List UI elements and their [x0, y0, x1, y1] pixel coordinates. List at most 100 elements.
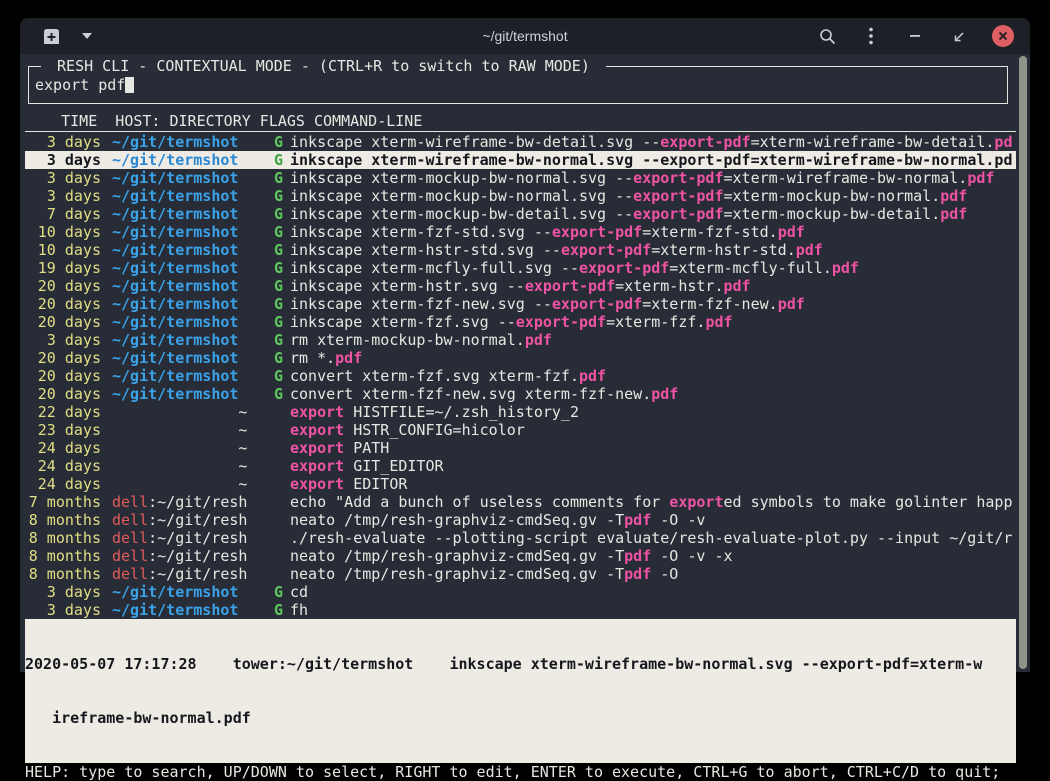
row-command: inkscape xterm-fzf.svg --export-pdf=xter… [290, 313, 1016, 331]
history-row[interactable]: 7 monthsdell:~/git/reshecho "Add a bunch… [25, 493, 1016, 511]
menu-button[interactable] [860, 25, 882, 47]
minimize-button[interactable] [904, 25, 926, 47]
text-cursor [125, 77, 134, 93]
row-host-directory: ~/git/termshot [112, 295, 260, 313]
row-time: 8 months [25, 529, 101, 547]
restore-button[interactable] [948, 25, 970, 47]
scrollbar-thumb[interactable] [1019, 56, 1027, 669]
row-flags: G [274, 385, 288, 403]
row-flags [274, 493, 288, 511]
history-row[interactable]: 24 days ~export GIT_EDITOR [25, 457, 1016, 475]
status-bar: 2020-05-07 17:17:28 tower:~/git/termshot… [25, 619, 1016, 763]
row-time: 3 days [25, 151, 101, 169]
row-command: inkscape xterm-hstr-std.svg --export-pdf… [290, 241, 1016, 259]
history-row[interactable]: 7 days~/git/termshotGinkscape xterm-mock… [25, 205, 1016, 223]
close-icon [998, 31, 1008, 41]
row-command: ./resh-evaluate --plotting-script evalua… [290, 529, 1016, 547]
row-time: 20 days [25, 295, 101, 313]
search-button[interactable] [816, 25, 838, 47]
row-host-directory: ~/git/termshot [112, 205, 260, 223]
row-flags [274, 565, 288, 583]
history-row[interactable]: 8 monthsdell:~/git/reshneato /tmp/resh-g… [25, 511, 1016, 529]
row-time: 10 days [25, 241, 101, 259]
row-time: 3 days [25, 601, 101, 619]
row-time: 22 days [25, 403, 101, 421]
history-row[interactable]: 20 days~/git/termshotGconvert xterm-fzf.… [25, 367, 1016, 385]
row-time: 24 days [25, 439, 101, 457]
history-row[interactable]: 22 days ~export HISTFILE=~/.zsh_history_… [25, 403, 1016, 421]
row-host-directory: ~/git/termshot [112, 187, 260, 205]
row-time: 20 days [25, 385, 101, 403]
row-command: rm *.pdf [290, 349, 1016, 367]
history-row[interactable]: 20 days~/git/termshotGinkscape xterm-fzf… [25, 313, 1016, 331]
row-flags: G [274, 241, 288, 259]
tab-dropdown-button[interactable] [76, 25, 98, 47]
history-row[interactable]: 3 days~/git/termshotGinkscape xterm-mock… [25, 187, 1016, 205]
row-time: 20 days [25, 367, 101, 385]
row-time: 24 days [25, 475, 101, 493]
history-row[interactable]: 3 days~/git/termshotGrm xterm-mockup-bw-… [25, 331, 1016, 349]
history-row[interactable]: 20 days~/git/termshotGinkscape xterm-fzf… [25, 295, 1016, 313]
row-command: inkscape xterm-mockup-bw-normal.svg --ex… [290, 187, 1016, 205]
history-row[interactable]: 20 days~/git/termshotGrm *.pdf [25, 349, 1016, 367]
row-flags: G [274, 367, 288, 385]
row-time: 3 days [25, 187, 101, 205]
history-row[interactable]: 24 days ~export PATH [25, 439, 1016, 457]
status-line-2: ireframe-bw-normal.pdf [25, 709, 1016, 727]
resh-search-panel: RESH CLI - CONTEXTUAL MODE - (CTRL+R to … [28, 66, 1008, 104]
row-host-directory: ~/git/termshot [112, 241, 260, 259]
row-time: 20 days [25, 349, 101, 367]
history-row[interactable]: 3 days~/git/termshotGinkscape xterm-mock… [25, 169, 1016, 187]
row-flags [274, 439, 288, 457]
history-row[interactable]: 19 days~/git/termshotGinkscape xterm-mcf… [25, 259, 1016, 277]
history-row[interactable]: 3 days~/git/termshotGcd [25, 583, 1016, 601]
row-time: 7 months [25, 493, 101, 511]
row-time: 20 days [25, 313, 101, 331]
panel-title: RESH CLI - CONTEXTUAL MODE - (CTRL+R to … [41, 57, 606, 75]
history-row[interactable]: 3 days~/git/termshotGinkscape xterm-wire… [25, 151, 1016, 169]
row-host-directory: ~/git/termshot [112, 151, 260, 169]
history-row[interactable]: 3 days~/git/termshotGfh [25, 601, 1016, 619]
history-row[interactable]: 10 days~/git/termshotGinkscape xterm-fzf… [25, 223, 1016, 241]
history-row[interactable]: 20 days~/git/termshotGconvert xterm-fzf-… [25, 385, 1016, 403]
row-flags: G [274, 313, 288, 331]
history-row[interactable]: 8 monthsdell:~/git/resh./resh-evaluate -… [25, 529, 1016, 547]
row-flags: G [274, 151, 288, 169]
row-time: 8 months [25, 511, 101, 529]
row-flags: G [274, 583, 288, 601]
row-host-directory: ~/git/termshot [112, 223, 260, 241]
row-command: neato /tmp/resh-graphviz-cmdSeq.gv -Tpdf… [290, 565, 1016, 583]
row-time: 3 days [25, 133, 101, 151]
close-button[interactable] [992, 25, 1014, 47]
history-row[interactable]: 8 monthsdell:~/git/reshneato /tmp/resh-g… [25, 565, 1016, 583]
row-time: 7 days [25, 205, 101, 223]
history-row[interactable]: 24 days ~export EDITOR [25, 475, 1016, 493]
row-host-directory: dell:~/git/resh [112, 547, 260, 565]
row-flags: G [274, 223, 288, 241]
history-row[interactable]: 10 days ~/git/termshot Ginkscape xterm-hst… [25, 241, 1016, 259]
row-command: inkscape xterm-wireframe-bw-detail.svg -… [290, 133, 1016, 151]
terminal-content: RESH CLI - CONTEXTUAL MODE - (CTRL+R to … [20, 54, 1030, 672]
new-tab-icon [42, 28, 61, 45]
row-host-directory: ~/git/termshot [112, 601, 260, 619]
row-flags: G [274, 331, 288, 349]
row-command: export GIT_EDITOR [290, 457, 1016, 475]
new-tab-button[interactable] [40, 25, 62, 47]
row-time: 3 days [25, 169, 101, 187]
row-command: convert xterm-fzf.svg xterm-fzf.pdf [290, 367, 1016, 385]
row-flags: G [274, 133, 288, 151]
row-command: inkscape xterm-mockup-bw-detail.svg --ex… [290, 205, 1016, 223]
history-row[interactable]: 23 days ~export HSTR_CONFIG=hicolor [25, 421, 1016, 439]
row-flags: G [274, 277, 288, 295]
row-time: 19 days [25, 259, 101, 277]
row-time: 23 days [25, 421, 101, 439]
row-command: convert xterm-fzf-new.svg xterm-fzf-new.… [290, 385, 1016, 403]
history-row[interactable]: 3 days~/git/termshotGinkscape xterm-wire… [25, 133, 1016, 151]
row-command: neato /tmp/resh-graphviz-cmdSeq.gv -Tpdf… [290, 547, 1016, 565]
row-host-directory: ~ [112, 457, 260, 475]
history-row[interactable]: 20 days~/git/termshotGinkscape xterm-hst… [25, 277, 1016, 295]
history-row[interactable]: 8 monthsdell:~/git/reshneato /tmp/resh-g… [25, 547, 1016, 565]
row-time: 3 days [25, 583, 101, 601]
row-command: rm xterm-mockup-bw-normal.pdf [290, 331, 1016, 349]
row-host-directory: dell:~/git/resh [112, 493, 260, 511]
